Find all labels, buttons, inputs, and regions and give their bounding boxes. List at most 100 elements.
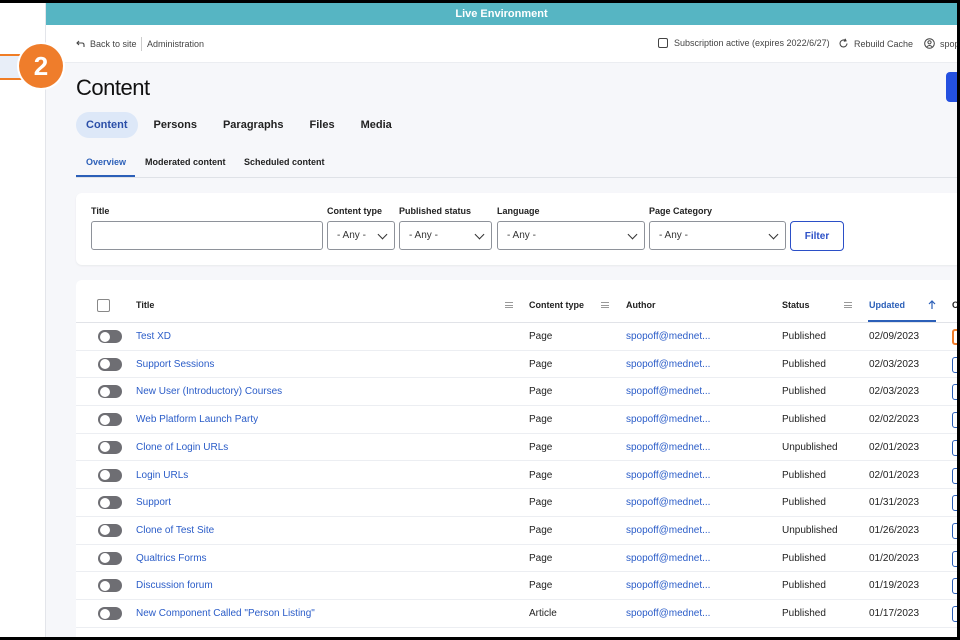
page-category-select[interactable]: - Any - (649, 221, 786, 250)
subtab-scheduled-content[interactable]: Scheduled content (244, 157, 325, 167)
publish-toggle[interactable] (98, 496, 122, 510)
table-row: New Component Called "Person Listing" Art… (76, 600, 957, 628)
back-to-site-link[interactable]: Back to site (76, 39, 137, 49)
refresh-icon (839, 38, 848, 48)
author-link[interactable]: spopoff@mednet... (626, 331, 710, 342)
author-link[interactable]: spopoff@mednet... (626, 386, 710, 397)
publish-toggle[interactable] (98, 413, 122, 427)
content-title-link[interactable]: Clone of Test Site (136, 525, 214, 536)
table-row: Qualtrics Forms Page spopoff@mednet... Publ… (76, 545, 957, 573)
publish-toggle[interactable] (98, 607, 122, 620)
title-filter-input[interactable] (91, 221, 323, 250)
column-header-status[interactable]: Status (782, 300, 810, 310)
content-type-cell: Article (529, 608, 557, 619)
status-cell: Published (782, 552, 826, 564)
operations-button[interactable] (952, 384, 957, 401)
publish-toggle[interactable] (98, 330, 122, 343)
language-select[interactable]: - Any - (497, 221, 645, 250)
operations-button[interactable] (952, 356, 957, 373)
updated-date-cell: 01/20/2023 (869, 552, 920, 564)
content-title-link[interactable]: Support (136, 497, 171, 508)
author-link[interactable]: spopoff@mednet... (626, 580, 710, 591)
user-menu[interactable]: spop (924, 38, 957, 49)
content-title-link[interactable]: New Component Called "Person Listing" (136, 608, 315, 619)
column-header-updated[interactable]: Updated (869, 300, 905, 310)
published-status-filter-label: Published status (399, 206, 472, 216)
sort-lines-icon[interactable] (601, 302, 609, 308)
operations-button[interactable] (952, 578, 957, 595)
publish-toggle[interactable] (98, 385, 122, 399)
sort-lines-icon[interactable] (505, 302, 513, 308)
operations-button[interactable] (952, 606, 957, 622)
breadcrumb-divider (141, 37, 142, 51)
published-status-value: - Any - (409, 230, 438, 241)
tab-paragraphs[interactable]: Paragraphs (213, 112, 294, 138)
status-cell: Published (782, 358, 826, 370)
main-area: Back to site Administration Subscription… (46, 25, 957, 637)
updated-date-cell: 02/03/2023 (869, 358, 920, 370)
content-title-link[interactable]: Test XD (136, 331, 171, 342)
content-title-link[interactable]: Support Sessions (136, 359, 214, 370)
status-cell: Published (782, 608, 826, 619)
rebuild-cache-button[interactable]: Rebuild Cache (838, 38, 913, 49)
author-link[interactable]: spopoff@mednet... (626, 470, 710, 481)
page-category-filter-label: Page Category (649, 206, 713, 216)
status-cell: Published (782, 580, 826, 592)
author-link[interactable]: spopoff@mednet... (626, 359, 710, 370)
add-content-button[interactable] (946, 72, 957, 102)
column-header-author[interactable]: Author (626, 300, 656, 310)
subtab-moderated-content[interactable]: Moderated content (145, 157, 226, 167)
tab-persons[interactable]: Persons (144, 112, 207, 138)
content-title-link[interactable]: Qualtrics Forms (136, 553, 207, 564)
administration-link[interactable]: Administration (147, 39, 204, 49)
tab-content[interactable]: Content (76, 112, 138, 138)
column-header-content-type[interactable]: Content type (529, 300, 584, 310)
content-type-cell: Page (529, 441, 553, 453)
table-row: Test XD Page spopoff@mednet... Published 02/… (76, 323, 957, 351)
updated-date-cell: 02/01/2023 (869, 441, 920, 453)
operations-button[interactable] (952, 522, 957, 539)
publish-toggle[interactable] (98, 551, 122, 565)
updated-date-cell: 01/31/2023 (869, 497, 920, 509)
filter-button[interactable]: Filter (790, 221, 844, 251)
title-filter-label: Title (91, 206, 110, 216)
sort-lines-icon[interactable] (844, 302, 852, 308)
operations-button[interactable] (952, 412, 957, 429)
updated-date-cell: 01/19/2023 (869, 580, 920, 592)
subtab-overview[interactable]: Overview (86, 157, 126, 167)
publish-toggle[interactable] (98, 357, 122, 371)
publish-toggle[interactable] (98, 523, 122, 537)
operations-button[interactable] (952, 495, 957, 512)
publish-toggle[interactable] (98, 579, 122, 593)
author-link[interactable]: spopoff@mednet... (626, 608, 710, 619)
page-category-value: - Any - (659, 230, 688, 241)
author-link[interactable]: spopoff@mednet... (626, 525, 710, 536)
operations-button[interactable] (952, 329, 957, 345)
content-title-link[interactable]: Discussion forum (136, 580, 213, 591)
publish-toggle[interactable] (98, 440, 122, 454)
table-row: Web Platform Launch Party Page spopoff@med… (76, 406, 957, 434)
published-status-select[interactable]: - Any - (399, 221, 492, 250)
author-link[interactable]: spopoff@mednet... (626, 497, 710, 508)
content-type-select[interactable]: - Any - (327, 221, 395, 250)
select-all-checkbox[interactable] (97, 299, 110, 312)
author-link[interactable]: spopoff@mednet... (626, 414, 710, 425)
status-cell: Unpublished (782, 524, 838, 536)
publish-toggle[interactable] (98, 468, 122, 482)
operations-button[interactable] (952, 467, 957, 484)
column-header-title[interactable]: Title (136, 300, 154, 310)
tab-media[interactable]: Media (351, 112, 402, 138)
updated-date-cell: 02/02/2023 (869, 414, 920, 426)
user-name: spop (940, 38, 957, 49)
sort-ascending-arrow-icon[interactable] (928, 300, 936, 310)
content-title-link[interactable]: Web Platform Launch Party (136, 414, 258, 425)
author-link[interactable]: spopoff@mednet... (626, 553, 710, 564)
content-title-link[interactable]: New User (Introductory) Courses (136, 386, 282, 397)
operations-button[interactable] (952, 550, 957, 567)
author-link[interactable]: spopoff@mednet... (626, 442, 710, 453)
operations-button[interactable] (952, 439, 957, 456)
tab-files[interactable]: Files (300, 112, 345, 138)
table-row: Support Page spopoff@mednet... Published 01/… (76, 489, 957, 517)
content-title-link[interactable]: Login URLs (136, 470, 188, 481)
content-title-link[interactable]: Clone of Login URLs (136, 442, 228, 453)
